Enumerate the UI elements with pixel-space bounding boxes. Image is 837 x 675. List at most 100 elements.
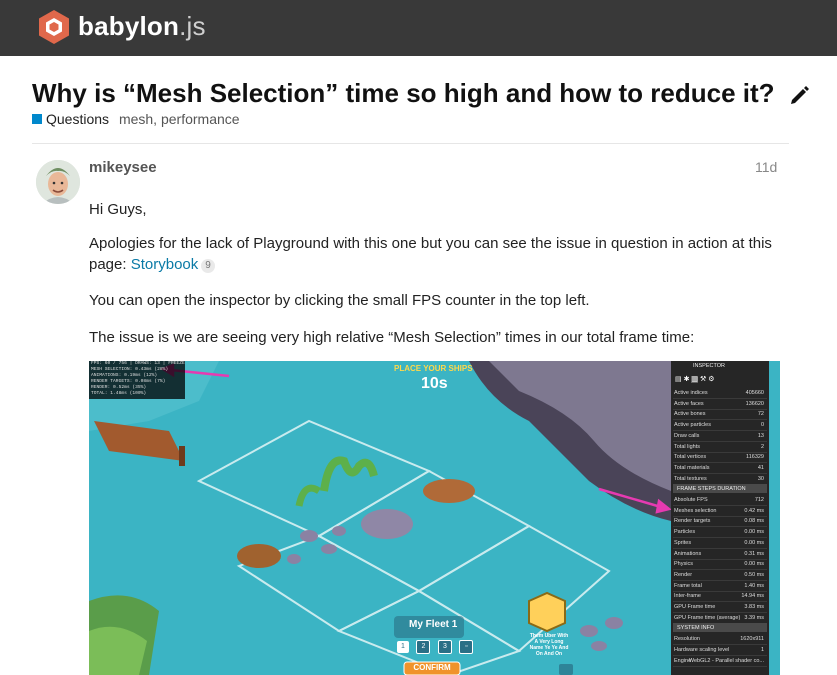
inspector-stat-row: Hardware scaling level 1 bbox=[673, 645, 767, 656]
stat-value: 2 bbox=[760, 443, 764, 450]
site-logo-text[interactable]: babylon.js bbox=[78, 11, 206, 42]
stat-label: Render bbox=[674, 571, 693, 578]
stat-value: 0.00 ms bbox=[744, 561, 764, 568]
babylon-logo-icon[interactable] bbox=[37, 9, 71, 45]
stat-label: Total lights bbox=[674, 443, 700, 450]
stat-value: 41 bbox=[757, 464, 764, 471]
document-icon[interactable]: ▤ bbox=[675, 376, 682, 383]
topic-meta: Questions mesh, performance bbox=[32, 111, 240, 127]
post-paragraph-greeting: Hi Guys, bbox=[89, 201, 147, 218]
stat-value: 3.39 ms bbox=[744, 614, 764, 621]
stat-value: 1620x911 bbox=[740, 636, 764, 643]
post-date[interactable]: 11d bbox=[755, 159, 777, 175]
tools-icon[interactable]: ⚒ bbox=[700, 376, 706, 383]
inspector-section-header[interactable]: SYSTEM INFO bbox=[673, 623, 767, 633]
inspector-stat-row: Absolute FPS 712 bbox=[673, 495, 767, 506]
stat-label: Active bones bbox=[674, 411, 706, 418]
inspector-stat-row: Render targets 0.08 ms bbox=[673, 516, 767, 528]
topic-title[interactable]: Why is “Mesh Selection” time so high and… bbox=[32, 78, 775, 109]
storybook-link[interactable]: Storybook bbox=[131, 256, 199, 273]
post-paragraph-intro: Apologies for the lack of Playground wit… bbox=[89, 233, 789, 275]
inspector-section-header[interactable]: FRAME STEPS DURATION bbox=[673, 484, 767, 494]
inspector-stat-row: Active particles 0 bbox=[673, 420, 767, 432]
game-banner: PLACE YOUR SHIPS bbox=[394, 364, 473, 373]
stat-value: 0 bbox=[760, 422, 764, 429]
fleet-buttons: 1 2 3 ▫ bbox=[397, 635, 474, 654]
post-paragraph-issue: The issue is we are seeing very high rel… bbox=[89, 329, 695, 346]
fps-line: TOTAL: 1.48ms (100%) bbox=[91, 391, 147, 396]
inspector-stat-row: Total textures 30 bbox=[673, 474, 767, 485]
site-header: babylon.js bbox=[0, 0, 837, 56]
stat-label: Draw calls bbox=[674, 432, 700, 439]
stat-label: GPU Frame time bbox=[674, 604, 716, 610]
fps-counter[interactable]: FPS: 60 / 756 | DRAWS: 13 | FREEZE MESH … bbox=[89, 361, 185, 399]
logo-name: babylon bbox=[78, 11, 180, 41]
fleet-button-3[interactable]: 3 bbox=[437, 640, 452, 654]
stat-label: Total textures bbox=[674, 475, 707, 482]
stat-label: Hardware scaling level bbox=[674, 646, 730, 653]
stat-value: 72 bbox=[757, 411, 764, 418]
stat-label: Resolution bbox=[674, 636, 700, 643]
stat-value: 1 bbox=[760, 646, 764, 653]
stat-label: Animations bbox=[674, 550, 702, 557]
lock-icon: ▫ bbox=[459, 640, 474, 654]
category-link[interactable]: Questions bbox=[46, 111, 109, 127]
stat-label: Total materials bbox=[674, 464, 710, 471]
stat-value: 0.08 ms bbox=[744, 518, 764, 525]
inspector-stat-row: Frame total 1.40 ms bbox=[673, 581, 767, 592]
inspector-stat-row: Active bones 72 bbox=[673, 409, 767, 421]
divider bbox=[32, 143, 789, 144]
fleet-button-1[interactable]: 1 bbox=[397, 641, 409, 653]
inspector-stat-row: Inter-frame 14.94 ms bbox=[673, 591, 767, 603]
category-color-icon bbox=[32, 114, 42, 124]
confirm-button[interactable]: CONFIRM bbox=[404, 663, 460, 672]
link-click-count: 9 bbox=[201, 259, 215, 273]
stat-label: Total vertices bbox=[674, 454, 707, 461]
stat-value: 0.00 ms bbox=[744, 529, 764, 536]
stat-value: 30 bbox=[757, 475, 764, 482]
avatar[interactable] bbox=[36, 160, 80, 204]
tag-performance[interactable]: performance bbox=[161, 111, 240, 127]
stat-value: 405660 bbox=[745, 390, 764, 396]
stat-label: Physics bbox=[674, 561, 693, 568]
inspector-stat-row: Total vertices 116329 bbox=[673, 452, 767, 464]
stat-label: Active faces bbox=[674, 400, 704, 407]
fleet-label: My Fleet 1 bbox=[409, 619, 458, 630]
embedded-screenshot[interactable]: FPS: 60 / 756 | DRAWS: 13 | FREEZE MESH … bbox=[89, 361, 780, 675]
stat-label: Inter-frame bbox=[674, 593, 701, 600]
section-title: FRAME STEPS DURATION bbox=[677, 486, 746, 493]
tag-mesh[interactable]: mesh, bbox=[119, 111, 157, 127]
inspector-stat-row: Physics 0.00 ms bbox=[673, 559, 767, 571]
section-title: SYSTEM INFO bbox=[677, 625, 715, 632]
inspector-stat-row: Animations 0.31 ms bbox=[673, 549, 767, 560]
inspector-stat-row: GPU Frame time (average) 3.39 ms bbox=[673, 613, 767, 624]
inspector-stat-row: Total lights 2 bbox=[673, 442, 767, 453]
stat-value: 1.40 ms bbox=[744, 582, 764, 589]
game-timer: 10s bbox=[421, 375, 448, 392]
fleet-button-2[interactable]: 2 bbox=[416, 640, 431, 654]
stats-icon[interactable]: ▥ bbox=[691, 376, 699, 383]
inspector-stat-row: Total materials 41 bbox=[673, 463, 767, 474]
logo-ext: .js bbox=[179, 11, 206, 41]
post-paragraph-inspector: You can open the inspector by clicking t… bbox=[89, 292, 590, 309]
stat-label: Active particles bbox=[674, 422, 711, 429]
inspector-stat-row: Resolution 1620x911 bbox=[673, 634, 767, 646]
stat-label: Absolute FPS bbox=[674, 497, 708, 503]
stat-value: 0.31 ms bbox=[744, 550, 764, 557]
inspector-stat-row: Sprites 0.00 ms bbox=[673, 538, 767, 549]
inspector-header-icons: ▤ ✱ ▥ ⚒ ⚙ bbox=[675, 375, 745, 385]
inspector-panel: INSPECTOR ▤ ✱ ▥ ⚒ ⚙ Active indices 405660… bbox=[671, 361, 769, 675]
inspector-stat-row: Particles 0.00 ms bbox=[673, 527, 767, 539]
stat-label: Sprites bbox=[674, 539, 692, 546]
stat-label: Active indices bbox=[674, 390, 708, 396]
stat-value: 13 bbox=[757, 432, 764, 439]
inspector-stat-row: Render 0.50 ms bbox=[673, 570, 767, 581]
post-author[interactable]: mikeysee bbox=[89, 159, 157, 176]
avatar-image-icon bbox=[36, 160, 80, 204]
edit-pencil-icon[interactable] bbox=[789, 84, 811, 106]
debug-icon[interactable]: ✱ bbox=[684, 376, 690, 383]
stat-value: 712 bbox=[754, 497, 764, 503]
stat-label: GPU Frame time (average) bbox=[674, 614, 741, 621]
stat-label: Particles bbox=[674, 529, 696, 536]
gear-icon[interactable]: ⚙ bbox=[708, 376, 714, 383]
